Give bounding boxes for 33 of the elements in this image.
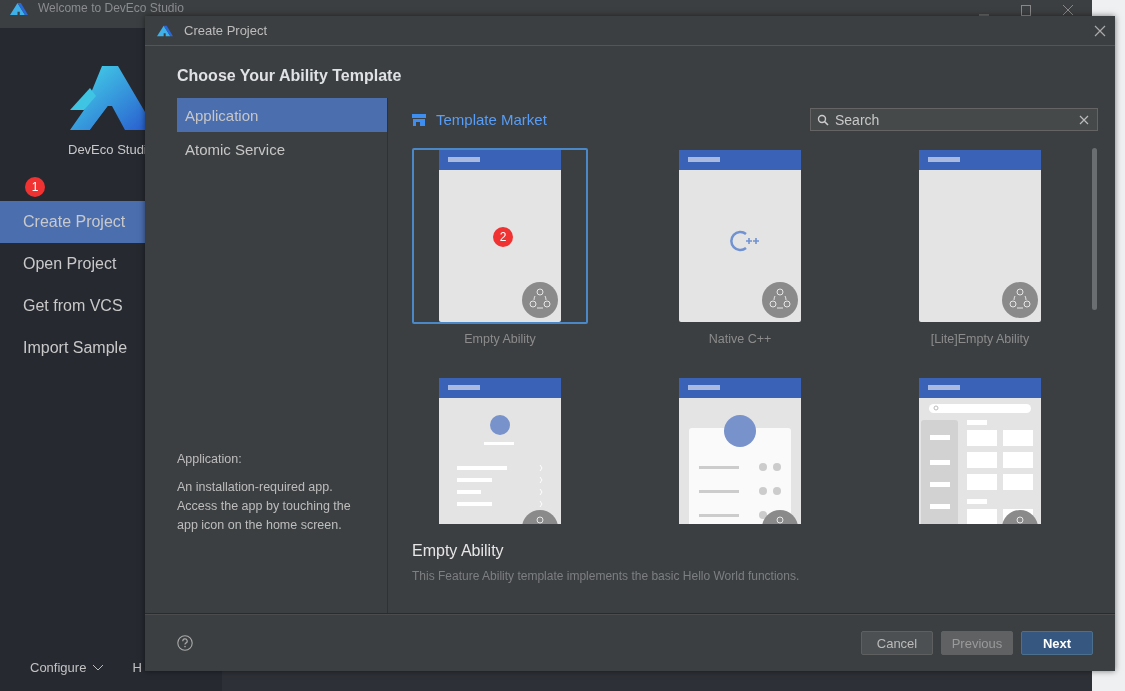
dialog-button[interactable]: Cancel [861, 631, 933, 655]
template-name: [Lite]Empty Ability [930, 332, 1030, 346]
footer-link[interactable]: Configure [30, 660, 105, 675]
maximize-icon[interactable] [1020, 4, 1032, 16]
description-text: An installation-required app. Access the app by touching the app icon on the home screen. [177, 479, 352, 534]
dialog-heading: Choose Your Ability Template [177, 66, 403, 86]
nav-item[interactable]: Import Sample [0, 327, 145, 369]
template-name: Empty Ability [464, 332, 536, 346]
caret-icon [92, 663, 105, 672]
logo-icon [70, 66, 145, 130]
template-market-link[interactable]: Template Market [412, 111, 547, 128]
nav-item[interactable]: Get from VCS [0, 285, 145, 327]
dialog-title: Create Project [184, 23, 268, 38]
footer-link[interactable]: H [132, 660, 142, 675]
help-icon[interactable] [177, 635, 193, 651]
scrollbar[interactable] [1092, 148, 1097, 310]
template-card[interactable]: 2 [412, 148, 588, 324]
description-title: Application: [177, 452, 243, 466]
template-description: This Feature Ability template implements the basic Hello World functions. [412, 569, 801, 583]
template-title: Empty Ability [412, 542, 505, 560]
step-badge: 1 [25, 177, 45, 197]
next-button[interactable]: Next [1021, 631, 1093, 655]
close-icon[interactable] [1062, 4, 1074, 16]
nav-item[interactable]: Open Project [0, 243, 145, 285]
logo-icon [10, 1, 28, 17]
window-title: Welcome to DevEco Studio [38, 1, 184, 15]
category-item[interactable]: Atomic Service [177, 132, 387, 166]
store-icon [412, 112, 426, 127]
search-field[interactable]: Search [810, 108, 1098, 131]
logo-icon [157, 23, 173, 38]
close-icon[interactable] [1094, 24, 1106, 37]
clear-icon[interactable] [1079, 115, 1089, 125]
template-name: Native C++ [708, 332, 772, 346]
